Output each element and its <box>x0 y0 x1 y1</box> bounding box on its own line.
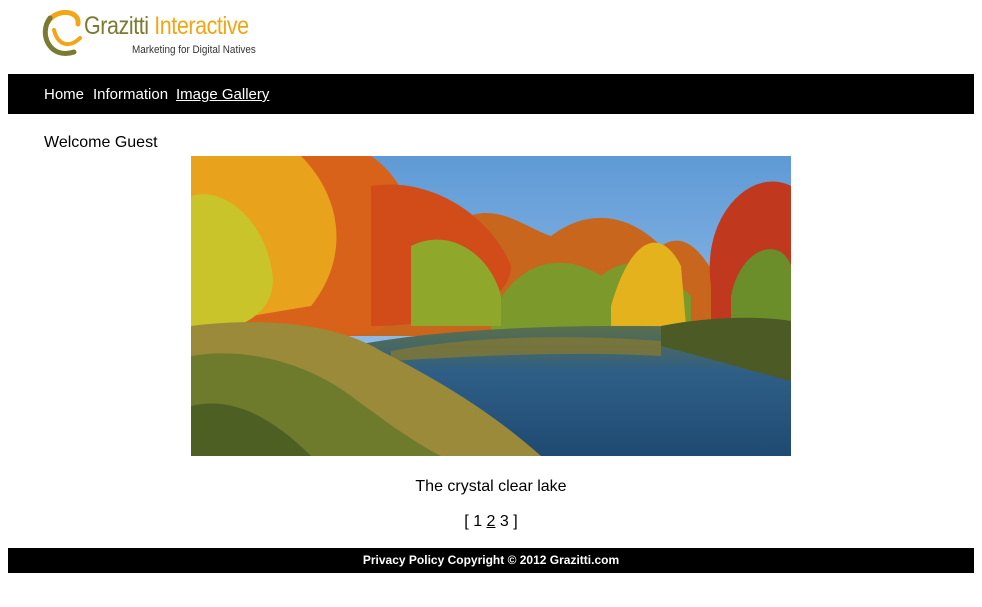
pager-open-bracket: [ <box>464 513 469 530</box>
logo-title: Grazitti Interactive <box>84 12 249 40</box>
gallery-image <box>191 156 791 456</box>
footer-bar: Privacy Policy Copyright © 2012 Grazitti… <box>8 548 974 573</box>
top-nav-bar: Home Information Image Gallery <box>8 74 974 114</box>
pager-page-1-link[interactable]: 1 <box>473 513 482 530</box>
pager-page-3-link[interactable]: 3 <box>500 513 509 530</box>
nav-home-link[interactable]: Home <box>44 86 84 103</box>
nav-information-link[interactable]: Information <box>93 86 168 103</box>
logo-tagline: Marketing for Digital Natives <box>132 44 256 56</box>
logo-swirl-icon <box>42 10 82 56</box>
image-caption: The crystal clear lake <box>415 478 567 495</box>
pager-close-bracket: ] <box>513 513 518 530</box>
site-logo[interactable]: Grazitti Interactive Marketing for Digit… <box>40 6 260 62</box>
footer-text[interactable]: Privacy Policy Copyright © 2012 Grazitti… <box>363 548 619 573</box>
gallery-pager: [ 1 2 3 ] <box>0 513 982 531</box>
pager-page-2-link[interactable]: 2 <box>487 513 496 530</box>
welcome-message: Welcome Guest <box>44 134 158 151</box>
nav-image-gallery-link[interactable]: Image Gallery <box>176 86 269 103</box>
